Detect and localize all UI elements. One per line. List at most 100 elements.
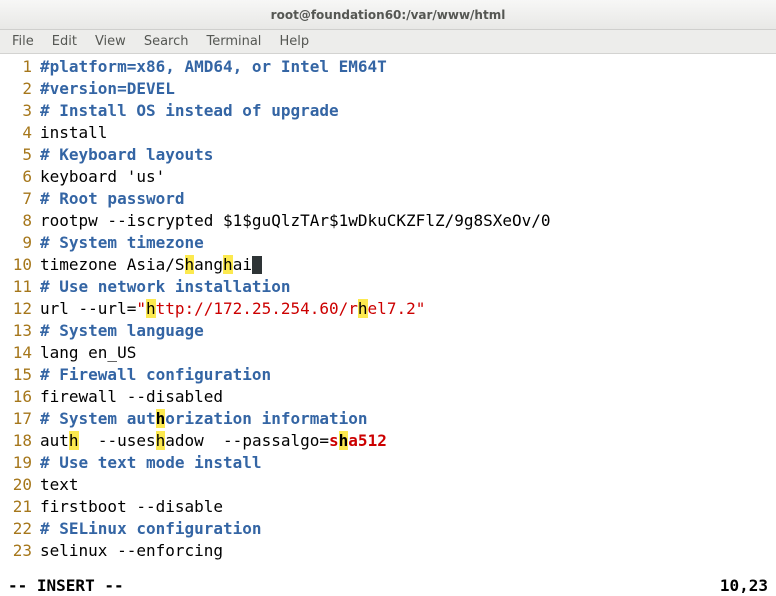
editor-line[interactable]: 14lang en_US [0,342,776,364]
menu-terminal[interactable]: Terminal [198,32,269,51]
code-token: ttp://172.25.254.60/r [156,299,358,318]
editor-line[interactable]: 1#platform=x86, AMD64, or Intel EM64T [0,56,776,78]
line-code[interactable]: timezone Asia/Shanghai [40,254,776,276]
editor-line[interactable]: 8rootpw --iscrypted $1$guQlzTAr$1wDkuCKZ… [0,210,776,232]
line-number: 5 [0,144,40,166]
line-number: 23 [0,540,40,562]
editor-line[interactable]: 15# Firewall configuration [0,364,776,386]
code-token: aut [40,431,69,450]
editor-line[interactable]: 3# Install OS instead of upgrade [0,100,776,122]
code-token: # Keyboard layouts [40,145,213,164]
menu-file[interactable]: File [4,32,42,51]
code-token: a512 [348,431,387,450]
code-token: " [136,299,146,318]
status-bar: -- INSERT -- 10,23 [0,574,776,596]
line-code[interactable]: install [40,122,776,144]
code-token: timezone Asia/S [40,255,185,274]
code-token: firewall --disabled [40,387,223,406]
mode-indicator: -- INSERT -- [8,576,124,595]
editor-line[interactable]: 4install [0,122,776,144]
editor-line[interactable]: 19# Use text mode install [0,452,776,474]
menu-view[interactable]: View [87,32,134,51]
code-token: # Firewall configuration [40,365,271,384]
line-number: 7 [0,188,40,210]
line-code[interactable]: # System language [40,320,776,342]
menu-help[interactable]: Help [271,32,317,51]
code-token: h [358,299,368,318]
line-code[interactable]: # Use network installation [40,276,776,298]
title-bar: root@foundation60:/var/www/html [0,0,776,30]
line-code[interactable]: selinux --enforcing [40,540,776,562]
menu-search[interactable]: Search [136,32,197,51]
line-number: 17 [0,408,40,430]
code-token: install [40,123,107,142]
editor-line[interactable]: 18auth --useshadow --passalgo=sha512 [0,430,776,452]
menu-edit[interactable]: Edit [44,32,85,51]
code-token: #platform=x86, AMD64, or Intel EM64T [40,57,387,76]
code-token: # System aut [40,409,156,428]
editor-line[interactable]: 12url --url="http://172.25.254.60/rhel7.… [0,298,776,320]
line-number: 8 [0,210,40,232]
code-token: h [339,431,349,450]
code-token: h [69,431,79,450]
line-code[interactable]: # Install OS instead of upgrade [40,100,776,122]
line-code[interactable]: firewall --disabled [40,386,776,408]
line-code[interactable]: firstboot --disable [40,496,776,518]
line-number: 21 [0,496,40,518]
line-number: 6 [0,166,40,188]
editor-line[interactable]: 7# Root password [0,188,776,210]
editor-line[interactable]: 10timezone Asia/Shanghai [0,254,776,276]
text-cursor [252,256,262,274]
code-token: h [146,299,156,318]
editor-line[interactable]: 23selinux --enforcing [0,540,776,562]
editor-line[interactable]: 22# SELinux configuration [0,518,776,540]
line-code[interactable]: lang en_US [40,342,776,364]
line-code[interactable]: # Keyboard layouts [40,144,776,166]
line-code[interactable]: rootpw --iscrypted $1$guQlzTAr$1wDkuCKZF… [40,210,776,232]
code-token: ang [194,255,223,274]
line-number: 13 [0,320,40,342]
menu-bar: File Edit View Search Terminal Help [0,30,776,54]
line-code[interactable]: #platform=x86, AMD64, or Intel EM64T [40,56,776,78]
editor-line[interactable]: 6keyboard 'us' [0,166,776,188]
line-number: 11 [0,276,40,298]
line-code[interactable]: url --url="http://172.25.254.60/rhel7.2" [40,298,776,320]
text-editor[interactable]: 1#platform=x86, AMD64, or Intel EM64T2#v… [0,54,776,574]
code-token: h [156,409,166,428]
code-token: adow --passalgo= [165,431,329,450]
code-token: orization information [165,409,367,428]
editor-line[interactable]: 9# System timezone [0,232,776,254]
code-token: # Install OS instead of upgrade [40,101,339,120]
editor-line[interactable]: 2#version=DEVEL [0,78,776,100]
editor-line[interactable]: 16firewall --disabled [0,386,776,408]
editor-line[interactable]: 20text [0,474,776,496]
line-code[interactable]: #version=DEVEL [40,78,776,100]
line-code[interactable]: # Use text mode install [40,452,776,474]
line-code[interactable]: # System authorization information [40,408,776,430]
editor-line[interactable]: 17# System authorization information [0,408,776,430]
line-number: 14 [0,342,40,364]
editor-line[interactable]: 5# Keyboard layouts [0,144,776,166]
editor-line[interactable]: 11# Use network installation [0,276,776,298]
code-token: # Use network installation [40,277,290,296]
line-number: 18 [0,430,40,452]
line-number: 9 [0,232,40,254]
code-token: h [223,255,233,274]
line-code[interactable]: # Root password [40,188,776,210]
code-token: text [40,475,79,494]
editor-line[interactable]: 21firstboot --disable [0,496,776,518]
code-token: # System language [40,321,204,340]
line-code[interactable]: # System timezone [40,232,776,254]
code-token: # SELinux configuration [40,519,262,538]
editor-line[interactable]: 13# System language [0,320,776,342]
line-number: 15 [0,364,40,386]
line-code[interactable]: # Firewall configuration [40,364,776,386]
line-code[interactable]: keyboard 'us' [40,166,776,188]
line-number: 2 [0,78,40,100]
line-number: 10 [0,254,40,276]
line-code[interactable]: auth --useshadow --passalgo=sha512 [40,430,776,452]
line-code[interactable]: text [40,474,776,496]
line-number: 1 [0,56,40,78]
line-code[interactable]: # SELinux configuration [40,518,776,540]
code-token: --uses [79,431,156,450]
